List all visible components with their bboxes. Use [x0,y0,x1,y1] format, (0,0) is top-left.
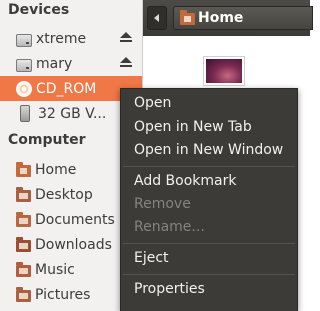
sidebar-item-xtreme[interactable]: xtreme [0,26,142,51]
sidebar-item-label: Pictures [35,286,91,303]
music-folder-icon [16,261,31,277]
menu-separator [123,243,295,244]
usb-icon [20,105,30,122]
drive-icon [16,33,32,47]
breadcrumb-home[interactable]: Home [173,6,313,30]
sidebar-item-label: Desktop [35,186,93,203]
pictures-folder-icon [16,286,31,302]
eject-icon[interactable] [120,57,132,69]
menu-item-properties[interactable]: Properties [134,281,205,297]
computer-section-title: Computer [8,132,86,148]
chevron-left-icon [154,14,159,22]
sidebar-item-label: Downloads [35,236,112,253]
sidebar-item-label: Home [35,161,77,178]
sidebar-item-mary[interactable]: mary [0,51,142,76]
sidebar-item-label: CD_ROM [36,80,97,97]
menu-item-open-in-new-tab[interactable]: Open in New Tab [134,119,252,135]
menu-item-remove: Remove [134,196,191,212]
menu-item-open-in-new-window[interactable]: Open in New Window [134,142,283,158]
devices-section-title: Devices [8,2,70,18]
menu-separator [123,166,295,167]
drive-icon [16,58,32,72]
menu-item-rename: Rename... [134,219,205,235]
sidebar-item-label: Documents [35,211,115,228]
file-thumbnail[interactable] [204,57,244,85]
menu-item-open[interactable]: Open [134,95,171,111]
back-button[interactable] [147,6,167,30]
breadcrumb-label: Home [198,10,244,26]
sidebar-item-label: Music [35,261,75,278]
eject-icon[interactable] [120,32,132,44]
menu-item-add-bookmark[interactable]: Add Bookmark [134,173,236,189]
home-folder-icon [180,10,195,25]
desktop-folder-icon [16,186,31,202]
sidebar-item-label: xtreme [36,30,87,47]
sidebar-item-label: 32 GB V... [38,105,107,122]
context-menu: Open Open in New Tab Open in New Window … [120,88,298,311]
downloads-folder-icon [16,236,31,252]
cdrom-icon [16,80,32,97]
location-toolbar: Home [143,0,313,36]
home-folder-icon [16,161,31,177]
documents-folder-icon [16,211,31,227]
menu-separator [123,274,295,275]
menu-item-eject[interactable]: Eject [134,250,169,266]
sidebar-item-label: mary [36,55,73,72]
